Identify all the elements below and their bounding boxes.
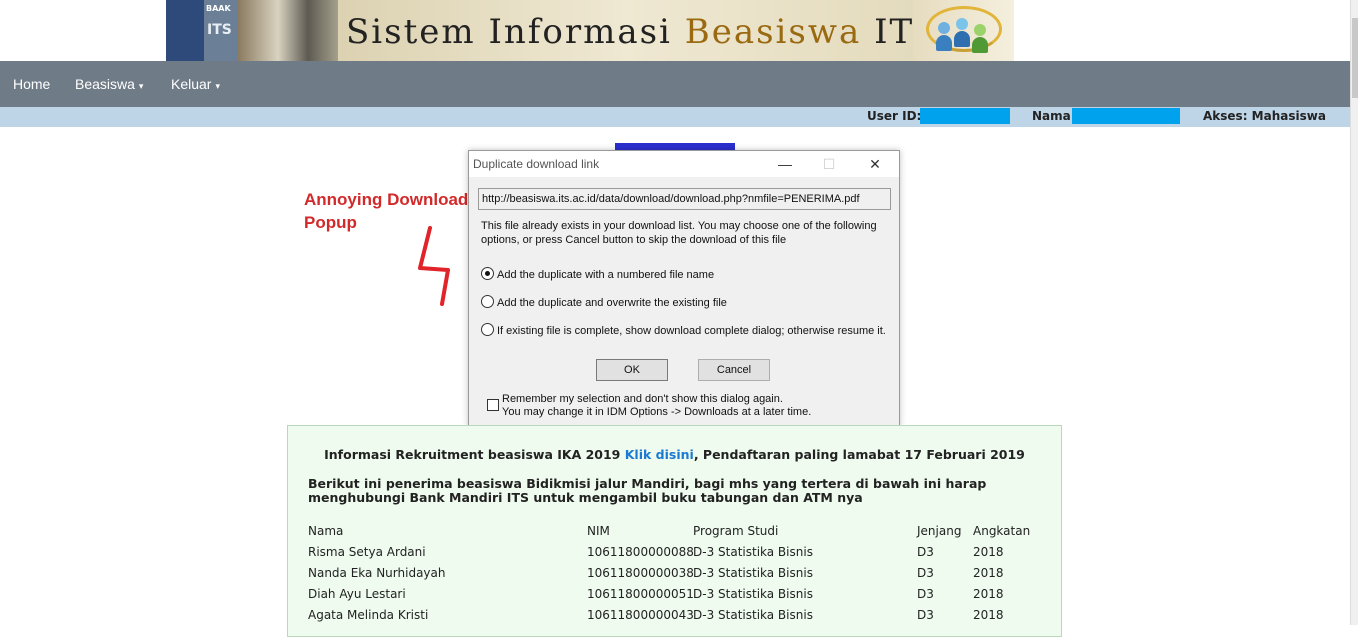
option-label: Add the duplicate and overwrite the exis… [497, 297, 727, 309]
dialog-message-line-1: This file already exists in your downloa… [481, 220, 877, 232]
rekruitment-info: Informasi Rekruitment beasiswa IKA 2019 … [288, 447, 1061, 462]
nama-label: Nama: [1032, 109, 1076, 123]
cell-prodi: D-3 Statistika Bisnis [693, 587, 813, 601]
cell-nim: 10611800000043 [587, 608, 694, 622]
maximize-icon: ☐ [822, 156, 836, 172]
remember-line-2: You may change it in IDM Options -> Down… [502, 406, 812, 418]
dialog-titlebar[interactable]: Duplicate download link — ☐ ✕ [469, 151, 899, 177]
dialog-message: This file already exists in your downloa… [481, 219, 886, 247]
minimize-icon[interactable]: — [774, 154, 796, 174]
option-label: If existing file is complete, show downl… [497, 325, 886, 337]
annotation-line-1: Annoying Download [304, 190, 469, 209]
cell-jenjang: D3 [917, 587, 934, 601]
nav-home[interactable]: Home [13, 61, 50, 107]
radio-unchecked-icon[interactable] [481, 295, 494, 308]
cell-angkatan: 2018 [973, 608, 1004, 622]
cell-nama: Nanda Eka Nurhidayah [308, 566, 446, 580]
caret-down-icon: ▾ [138, 81, 144, 91]
cell-angkatan: 2018 [973, 566, 1004, 580]
people-group-icon [914, 0, 1014, 61]
main-navbar: Home Beasiswa ▾ Keluar ▾ [0, 61, 1350, 107]
logo-baak-text: BAAK [206, 4, 231, 13]
column-header-jenjang: Jenjang [917, 524, 962, 538]
dialog-message-line-2: options, or press Cancel button to skip … [481, 234, 787, 246]
cell-prodi: D-3 Statistika Bisnis [693, 545, 813, 559]
info-panel: Informasi Rekruitment beasiswa IKA 2019 … [287, 425, 1062, 637]
nav-beasiswa-dropdown[interactable]: Beasiswa ▾ [75, 61, 143, 107]
info1-text: Informasi Rekruitment beasiswa IKA 2019 [324, 447, 625, 462]
title-part-1: Sistem Informasi [346, 12, 685, 52]
option-overwrite[interactable]: Add the duplicate and overwrite the exis… [481, 295, 727, 311]
info1-text-after: , Pendaftaran paling lamabat 17 Februari… [693, 447, 1025, 462]
annotation-arrow-icon [418, 226, 450, 306]
cell-angkatan: 2018 [973, 545, 1004, 559]
cell-nama: Agata Melinda Kristi [308, 608, 429, 622]
cancel-button[interactable]: Cancel [698, 359, 770, 381]
dialog-title: Duplicate download link [473, 157, 600, 171]
nav-keluar-label: Keluar [171, 76, 212, 92]
its-logo: BAAK ITS [166, 0, 338, 61]
cell-prodi: D-3 Statistika Bisnis [693, 566, 813, 580]
nav-home-label: Home [13, 76, 51, 92]
user-info-bar: User ID: Nama: Akses: Mahasiswa [0, 107, 1350, 127]
cell-nim: 10611800000051 [587, 587, 694, 601]
title-part-2: Beasiswa [684, 12, 862, 52]
option-resume[interactable]: If existing file is complete, show downl… [481, 323, 886, 339]
nav-beasiswa-label: Beasiswa [75, 76, 135, 92]
column-header-angkatan: Angkatan [973, 524, 1031, 538]
site-title: Sistem Informasi Beasiswa ITS [346, 12, 939, 52]
cell-jenjang: D3 [917, 566, 934, 580]
cell-prodi: D-3 Statistika Bisnis [693, 608, 813, 622]
cell-nim: 10611800000088 [587, 545, 694, 559]
bidikmisi-info: Berikut ini penerima beasiswa Bidikmisi … [308, 476, 987, 505]
option-label: Add the duplicate with a numbered file n… [497, 269, 715, 281]
remember-line-1: Remember my selection and don't show thi… [502, 393, 783, 405]
nav-keluar-dropdown[interactable]: Keluar ▾ [171, 61, 220, 107]
nama-redacted [1072, 108, 1180, 124]
column-header-nim: NIM [587, 524, 610, 538]
caret-down-icon: ▾ [215, 81, 220, 91]
cell-nama: Diah Ayu Lestari [308, 587, 406, 601]
duplicate-download-dialog: Duplicate download link — ☐ ✕ http://bea… [468, 150, 900, 427]
download-url-field[interactable]: http://beasiswa.its.ac.id/data/download/… [478, 188, 891, 210]
cell-angkatan: 2018 [973, 587, 1004, 601]
site-title-banner: Sistem Informasi Beasiswa ITS [338, 0, 937, 61]
radio-checked-icon[interactable] [481, 267, 494, 280]
scrollbar-thumb[interactable] [1352, 18, 1358, 98]
ok-button[interactable]: OK [596, 359, 668, 381]
header-banner: BAAK ITS Sistem Informasi Beasiswa ITS [0, 0, 1350, 61]
vertical-scrollbar[interactable] [1350, 0, 1358, 625]
remember-text: Remember my selection and don't show thi… [502, 393, 811, 419]
klik-disini-link[interactable]: Klik disini [625, 447, 694, 462]
close-icon[interactable]: ✕ [864, 154, 886, 174]
cell-jenjang: D3 [917, 545, 934, 559]
radio-unchecked-icon[interactable] [481, 323, 494, 336]
user-id-redacted [920, 108, 1010, 124]
cell-nama: Risma Setya Ardani [308, 545, 426, 559]
cell-nim: 10611800000038 [587, 566, 694, 580]
logo-its-text: ITS [207, 22, 232, 38]
cell-jenjang: D3 [917, 608, 934, 622]
column-header-nama: Nama [308, 524, 344, 538]
remember-checkbox[interactable] [487, 399, 499, 411]
option-numbered-name[interactable]: Add the duplicate with a numbered file n… [481, 267, 714, 283]
column-header-prodi: Program Studi [693, 524, 779, 538]
akses-label: Akses: Mahasiswa [1203, 109, 1326, 123]
user-id-label: User ID: [867, 109, 922, 123]
